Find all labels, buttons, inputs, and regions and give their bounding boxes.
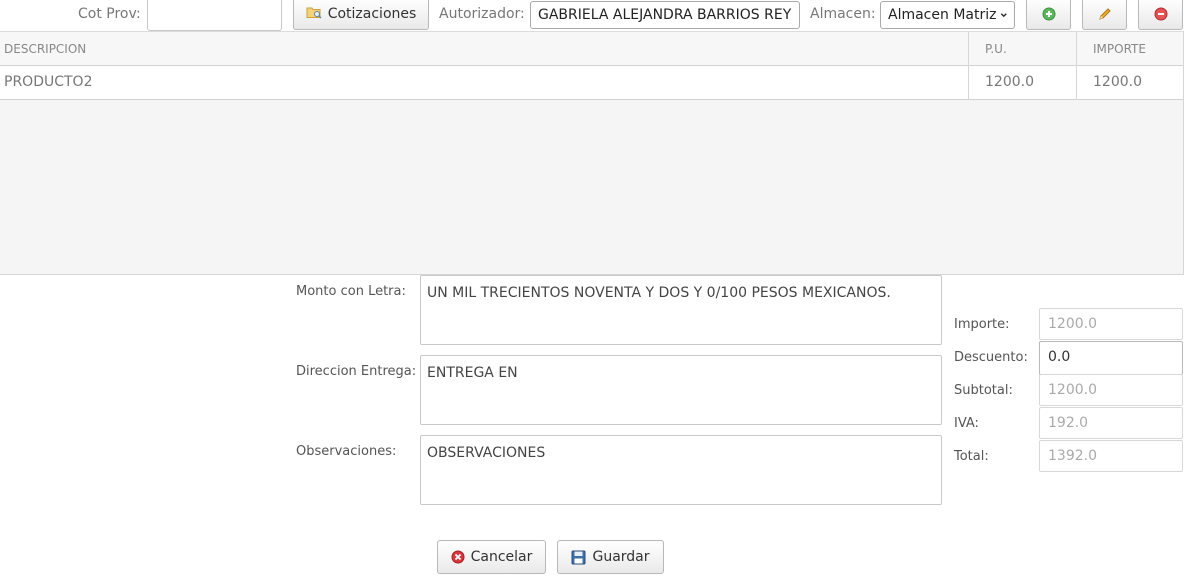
autorizador-label: Autorizador: — [439, 6, 525, 22]
add-icon — [1042, 7, 1055, 20]
almacen-value: Almacen Matriz — [888, 7, 997, 23]
iva-field: 192.0 — [1039, 407, 1183, 439]
observaciones-label: Observaciones: — [296, 444, 397, 459]
column-divider — [1076, 66, 1077, 100]
save-label: Guardar — [592, 549, 650, 565]
cot-prov-input[interactable] — [147, 0, 282, 31]
monto-label: Monto con Letra: — [296, 284, 406, 299]
cot-prov-label: Cot Prov: — [78, 6, 141, 22]
remove-button[interactable] — [1138, 0, 1183, 30]
column-header-descripcion[interactable]: DESCRIPCION — [0, 32, 968, 66]
column-divider — [1076, 32, 1077, 66]
folder-search-icon — [306, 5, 322, 23]
cell-descripcion: PRODUCTO2 — [4, 74, 93, 90]
grid-header: DESCRIPCION P.U. IMPORTE — [0, 31, 1183, 66]
chevron-down-icon — [1001, 13, 1008, 18]
floppy-disk-icon — [571, 550, 586, 564]
cancel-label: Cancelar — [470, 549, 533, 565]
remove-icon — [1154, 7, 1167, 20]
pencil-icon — [1098, 7, 1111, 20]
total-label: Total: — [954, 449, 989, 464]
column-divider — [968, 32, 969, 66]
importe-field: 1200.0 — [1039, 308, 1183, 340]
cancel-button[interactable]: Cancelar — [437, 540, 546, 574]
table-row[interactable]: PRODUCTO2 1200.0 1200.0 — [0, 66, 1183, 100]
autorizador-value: GABRIELA ALEJANDRA BARRIOS REY — [538, 7, 792, 23]
observaciones-textarea[interactable]: OBSERVACIONES — [420, 435, 942, 505]
descuento-field[interactable]: 0.0 — [1039, 341, 1183, 375]
descuento-label: Descuento: — [954, 350, 1028, 365]
column-header-importe[interactable]: IMPORTE — [1076, 32, 1183, 66]
toolbar: Cot Prov: Cotizaciones Autorizador: GABR… — [0, 0, 1186, 31]
almacen-select[interactable]: Almacen Matriz — [880, 1, 1015, 29]
subtotal-field: 1200.0 — [1039, 374, 1183, 406]
cancel-icon — [451, 550, 465, 564]
direccion-label: Direccion Entrega: — [296, 364, 417, 379]
column-divider — [968, 66, 969, 100]
iva-label: IVA: — [954, 416, 979, 431]
column-header-pu[interactable]: P.U. — [968, 32, 1076, 66]
monto-textarea[interactable]: UN MIL TRECIENTOS NOVENTA Y DOS Y 0/100 … — [420, 275, 942, 345]
almacen-label: Almacen: — [810, 6, 876, 22]
total-field: 1392.0 — [1039, 440, 1183, 472]
cell-pu: 1200.0 — [985, 74, 1034, 90]
cell-importe: 1200.0 — [1093, 74, 1142, 90]
add-button[interactable] — [1026, 0, 1071, 30]
subtotal-label: Subtotal: — [954, 383, 1013, 398]
direccion-textarea[interactable]: ENTREGA EN — [420, 355, 942, 425]
cotizaciones-button[interactable]: Cotizaciones — [293, 0, 429, 30]
autorizador-select[interactable]: GABRIELA ALEJANDRA BARRIOS REY — [530, 1, 800, 29]
products-grid: DESCRIPCION P.U. IMPORTE PRODUCTO2 1200.… — [0, 31, 1184, 275]
importe-label: Importe: — [954, 317, 1010, 332]
cotizaciones-label: Cotizaciones — [327, 5, 417, 22]
save-button[interactable]: Guardar — [557, 540, 664, 574]
edit-button[interactable] — [1082, 0, 1127, 30]
